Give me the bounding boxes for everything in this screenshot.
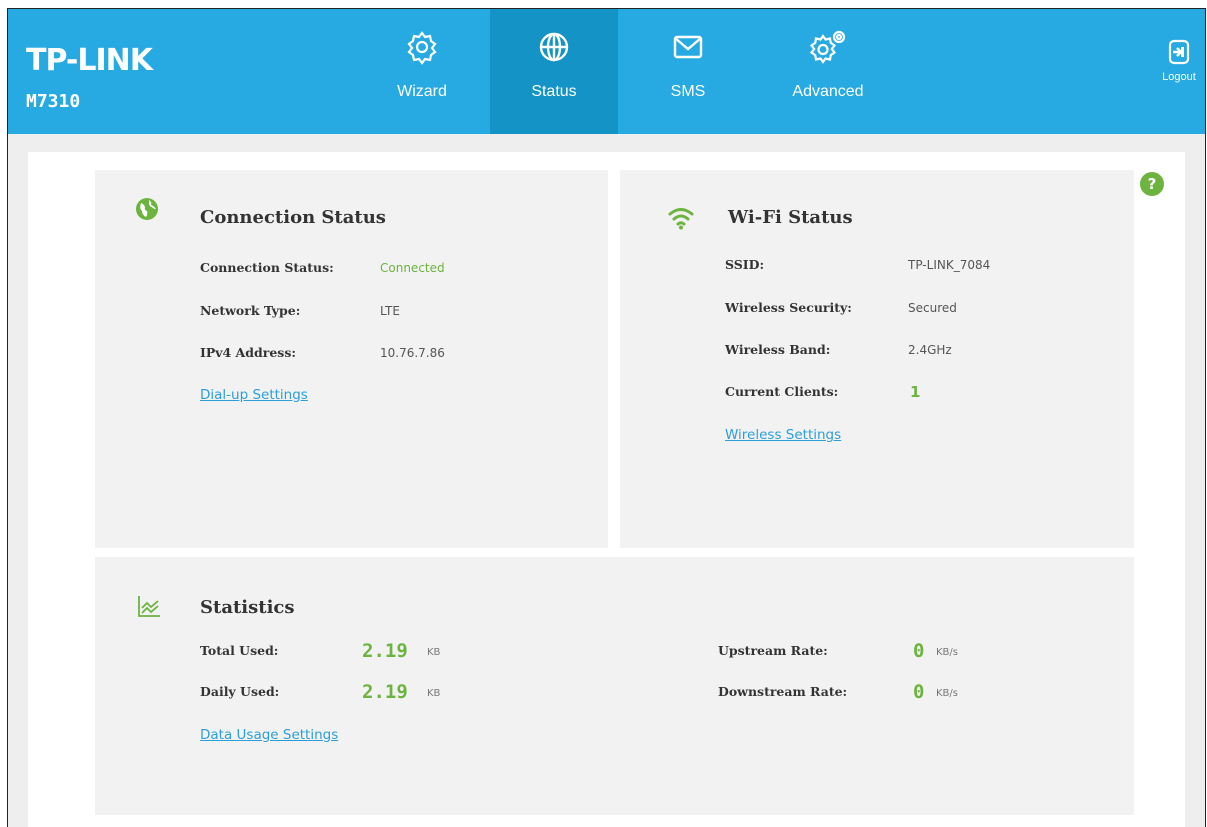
ipv4-address-label: IPv4 Address:: [200, 345, 296, 360]
line-chart-icon: [137, 594, 161, 622]
connection-status-panel: Connection Status Connection Status: Con…: [95, 170, 608, 548]
wireless-settings-link[interactable]: Wireless Settings: [725, 427, 841, 443]
ssid-value: TP-LINK_7084: [908, 258, 991, 272]
statistics-title: Statistics: [200, 597, 295, 618]
tab-status[interactable]: Status: [490, 9, 618, 134]
downstream-rate-label: Downstream Rate:: [718, 684, 848, 699]
upstream-rate-value: 0: [913, 640, 925, 662]
connection-status-value: Connected: [380, 261, 445, 275]
wifi-status-panel: Wi-Fi Status SSID: TP-LINK_7084 Wireless…: [620, 170, 1134, 548]
logout-label: Logout: [1162, 71, 1196, 83]
total-used-label: Total Used:: [200, 643, 279, 658]
downstream-rate-unit: KB/s: [936, 688, 958, 699]
wireless-band-label: Wireless Band:: [725, 342, 831, 357]
connection-status-title: Connection Status: [200, 207, 386, 228]
downstream-rate-value: 0: [913, 681, 925, 703]
app-window: TP-LINK M7310 Wizard Status SMS Advanced…: [7, 8, 1206, 827]
gears-icon: [806, 29, 850, 69]
logout-button[interactable]: Logout: [1155, 39, 1203, 83]
gear-icon: [404, 29, 440, 69]
help-icon[interactable]: ?: [1140, 172, 1164, 196]
tab-sms-label: SMS: [670, 83, 706, 100]
wireless-security-label: Wireless Security:: [725, 300, 852, 315]
wireless-band-value: 2.4GHz: [908, 343, 952, 357]
top-header: TP-LINK M7310 Wizard Status SMS Advanced…: [8, 9, 1205, 134]
dial-up-settings-link[interactable]: Dial-up Settings: [200, 387, 308, 403]
logout-icon: [1168, 39, 1190, 69]
network-type-label: Network Type:: [200, 303, 301, 318]
daily-used-unit: KB: [427, 688, 441, 699]
tab-sms[interactable]: SMS: [648, 9, 728, 134]
statistics-panel: Statistics Total Used: 2.19 KB Daily Use…: [95, 557, 1134, 815]
connection-status-label: Connection Status:: [200, 260, 334, 275]
daily-used-value: 2.19: [362, 681, 408, 703]
envelope-icon: [670, 29, 706, 69]
brand-logo: TP-LINK: [26, 43, 153, 78]
upstream-rate-label: Upstream Rate:: [718, 643, 828, 658]
wifi-status-title: Wi-Fi Status: [728, 207, 853, 228]
wireless-security-value: Secured: [908, 301, 957, 315]
globe-icon: [135, 197, 159, 225]
main-content: ? Connection Status Connection Status: C…: [28, 152, 1185, 827]
globe-icon: [536, 29, 572, 69]
tab-wizard[interactable]: Wizard: [365, 9, 479, 134]
ssid-label: SSID:: [725, 257, 765, 272]
wifi-icon: [668, 206, 694, 234]
data-usage-settings-link[interactable]: Data Usage Settings: [200, 727, 338, 743]
tab-wizard-label: Wizard: [397, 83, 447, 100]
current-clients-label: Current Clients:: [725, 384, 839, 399]
tab-advanced[interactable]: Advanced: [773, 9, 883, 134]
tab-status-label: Status: [531, 83, 577, 100]
tab-advanced-label: Advanced: [792, 83, 864, 100]
current-clients-value: 1: [910, 383, 921, 401]
ipv4-address-value: 10.76.7.86: [380, 346, 445, 360]
daily-used-label: Daily Used:: [200, 684, 280, 699]
total-used-unit: KB: [427, 647, 441, 658]
network-type-value: LTE: [380, 304, 400, 318]
model-name: M7310: [26, 91, 81, 112]
upstream-rate-unit: KB/s: [936, 647, 958, 658]
total-used-value: 2.19: [362, 640, 408, 662]
